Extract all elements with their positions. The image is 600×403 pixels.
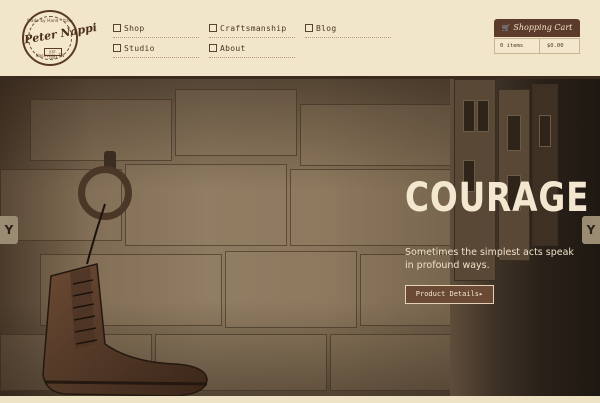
slider-prev-button[interactable]: Y bbox=[0, 216, 18, 244]
hero-slider: COURAGE Sometimes the simplest acts spea… bbox=[0, 79, 600, 396]
nav-item-shop[interactable]: Shop bbox=[113, 20, 199, 38]
nav-item-label: Blog bbox=[316, 24, 337, 33]
window bbox=[507, 115, 521, 151]
stone-block bbox=[30, 99, 172, 161]
stone-block bbox=[300, 104, 452, 166]
slider-next-button[interactable]: Y bbox=[582, 216, 600, 244]
cart-total: $0.00 bbox=[547, 43, 564, 49]
stone-block bbox=[175, 89, 297, 156]
checkbox-icon bbox=[305, 24, 313, 32]
window bbox=[477, 100, 489, 132]
nav-item-studio[interactable]: Studio bbox=[113, 40, 199, 58]
hero-subtitle: Sometimes the simplest acts speak in pro… bbox=[405, 247, 574, 271]
nav-item-about[interactable]: About bbox=[209, 40, 295, 58]
stone-block bbox=[330, 334, 452, 391]
shopping-cart-widget: 🛒 Shopping Cart 0 items $0.00 bbox=[494, 19, 580, 55]
building bbox=[532, 84, 558, 246]
brand-logo[interactable]: Made by Hand · Italy Peter Nappi EST. 20… bbox=[22, 10, 98, 66]
window bbox=[463, 100, 475, 132]
cart-summary[interactable]: 0 items $0.00 bbox=[494, 38, 580, 54]
hero-title: COURAGE bbox=[405, 175, 590, 221]
chevron-left-icon: Y bbox=[4, 223, 14, 237]
checkbox-icon bbox=[209, 44, 217, 52]
chevron-right-icon: Y bbox=[586, 223, 596, 237]
nav-item-blog[interactable]: Blog bbox=[305, 20, 391, 38]
cart-items-count: 0 items bbox=[500, 43, 524, 49]
checkbox-icon bbox=[209, 24, 217, 32]
nav-item-label: Shop bbox=[124, 24, 145, 33]
window bbox=[539, 115, 551, 147]
site-header: Made by Hand · Italy Peter Nappi EST. 20… bbox=[0, 0, 600, 79]
shopping-cart-label: Shopping Cart bbox=[513, 23, 573, 32]
logo-ring-bottom-text: Nashville, TN bbox=[35, 53, 65, 58]
shopping-cart-button[interactable]: 🛒 Shopping Cart bbox=[494, 19, 580, 37]
checkbox-icon bbox=[113, 44, 121, 52]
checkbox-icon bbox=[113, 24, 121, 32]
cart-icon: 🛒 bbox=[501, 24, 511, 32]
boot-image bbox=[42, 203, 208, 396]
nav-item-label: Craftsmanship bbox=[220, 24, 287, 33]
street-background bbox=[450, 79, 600, 396]
cart-divider bbox=[539, 39, 540, 53]
footer-strip bbox=[0, 396, 600, 403]
nav-item-label: About bbox=[220, 44, 246, 53]
nav-item-craftsmanship[interactable]: Craftsmanship bbox=[209, 20, 295, 38]
product-details-button[interactable]: Product Details▸ bbox=[405, 285, 494, 304]
logo-ring-top-text: Made by Hand · Italy bbox=[27, 18, 73, 23]
stone-block bbox=[225, 251, 357, 328]
nav-item-label: Studio bbox=[124, 44, 155, 53]
